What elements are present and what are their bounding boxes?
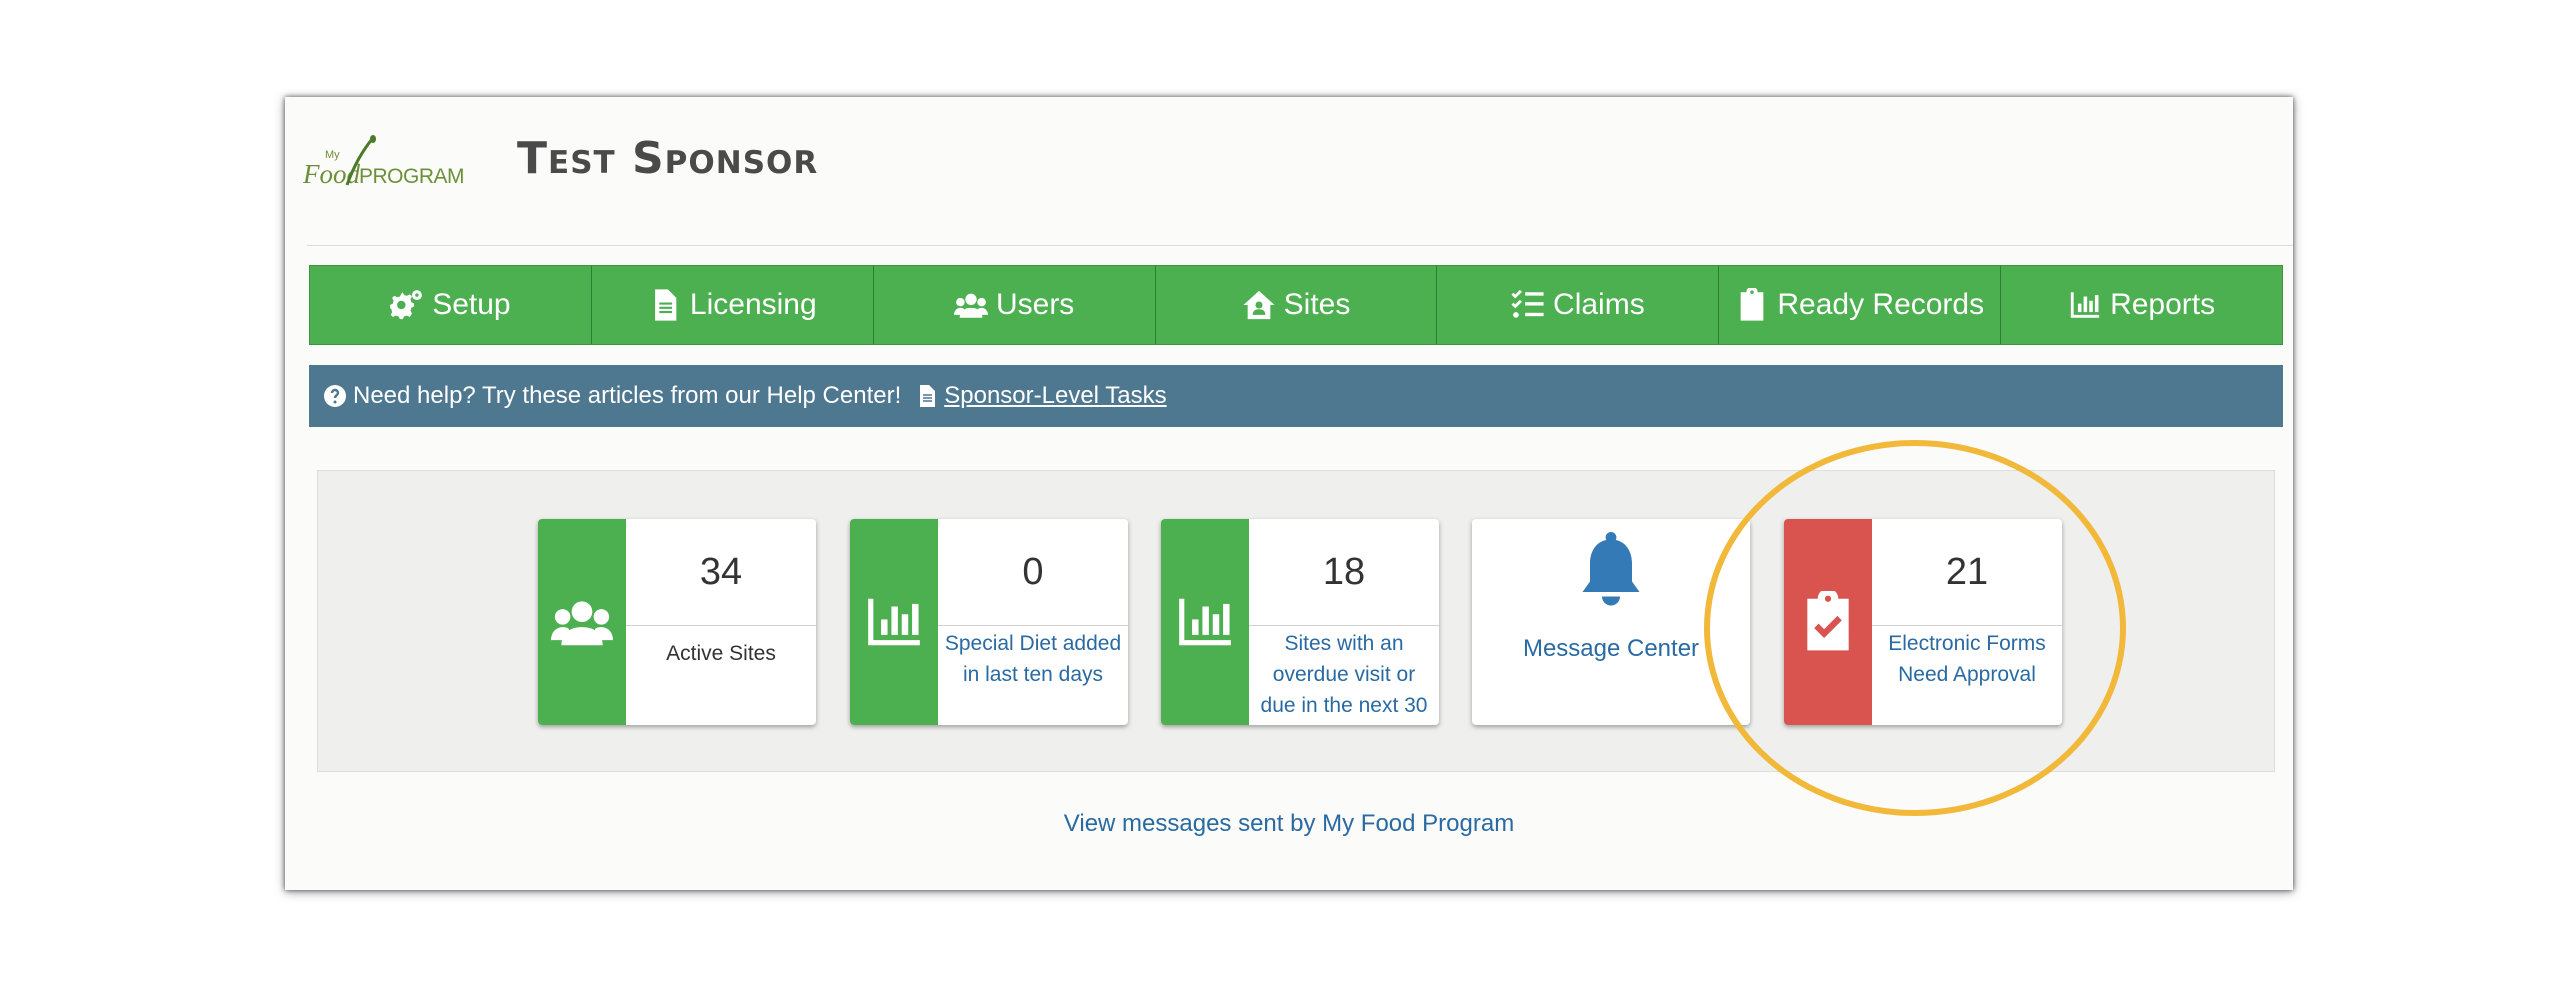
page-header: My Food PROGRAM Test Sponsor (285, 97, 2293, 245)
overdue-visit-tile[interactable]: 18 Sites with an overdue visit or due in… (1161, 519, 1439, 725)
question-circle-icon (324, 385, 346, 407)
overdue-visit-label[interactable]: Sites with an overdue visit or due in th… (1249, 626, 1439, 720)
sponsor-title: Test Sponsor (517, 133, 819, 184)
nav-users[interactable]: Users (874, 266, 1156, 344)
nav-setup-label: Setup (432, 288, 511, 321)
main-navbar: Setup Licensing Users Sites Claims Ready… (309, 265, 2283, 345)
house-user-icon (1243, 290, 1275, 320)
document-icon (654, 289, 677, 321)
active-sites-tile[interactable]: 34 Active Sites (538, 519, 816, 725)
electronic-forms-count: 21 (1945, 550, 1989, 593)
nav-sites[interactable]: Sites (1156, 266, 1438, 344)
nav-users-label: Users (995, 288, 1075, 321)
header-divider (307, 245, 2293, 246)
my-food-program-logo[interactable]: My Food PROGRAM (303, 135, 499, 197)
gears-icon (390, 290, 423, 320)
special-diet-tile[interactable]: 0 Special Diet added in last ten days (850, 519, 1128, 725)
sponsor-level-tasks-label: Sponsor-Level Tasks (944, 382, 1167, 409)
help-text: Need help? Try these articles from our H… (353, 382, 902, 409)
electronic-forms-label[interactable]: Electronic Forms Need Approval (1872, 626, 2062, 692)
nav-ready-records-label: Ready Records (1777, 288, 1985, 321)
nav-licensing[interactable]: Licensing (592, 266, 874, 344)
tile-icon-area (1161, 519, 1249, 725)
bar-chart-icon (1179, 598, 1231, 646)
tile-body: 21 Electronic Forms Need Approval (1872, 519, 2062, 725)
tasks-list-icon (1511, 289, 1544, 318)
bar-chart-icon (868, 598, 920, 646)
nav-ready-records[interactable]: Ready Records (1719, 266, 2002, 344)
nav-reports-label: Reports (2110, 288, 2216, 321)
nav-reports[interactable]: Reports (2001, 266, 2282, 344)
bar-chart-icon (2070, 292, 2100, 318)
tile-body: 34 Active Sites (626, 519, 816, 725)
app-window: My Food PROGRAM Test Sponsor Setup Licen… (285, 97, 2293, 890)
sponsor-level-tasks-link[interactable]: Sponsor-Level Tasks (915, 382, 1167, 410)
dashboard-panel: 34 Active Sites 0 Special Diet added in … (317, 470, 2275, 772)
users-icon (551, 601, 613, 646)
overdue-visit-count: 18 (1322, 550, 1366, 593)
active-sites-label: Active Sites (666, 642, 776, 665)
nav-claims-label: Claims (1553, 288, 1645, 321)
bell-icon (1582, 532, 1640, 606)
users-icon (953, 293, 988, 318)
tile-icon-area (1784, 519, 1872, 725)
nav-sites-label: Sites (1283, 288, 1351, 321)
view-messages-link[interactable]: View messages sent by My Food Program (285, 810, 2293, 838)
nav-setup[interactable]: Setup (310, 266, 592, 344)
logo-graphic: My Food PROGRAM (303, 135, 465, 189)
tile-icon-area (850, 519, 938, 725)
active-sites-count: 34 (699, 550, 743, 593)
tile-icon-area (538, 519, 626, 725)
electronic-forms-tile[interactable]: 21 Electronic Forms Need Approval (1784, 519, 2062, 725)
message-center-label[interactable]: Message Center (1519, 631, 1703, 666)
logo-text-program: PROGRAM (359, 165, 464, 188)
tile-body: 18 Sites with an overdue visit or due in… (1249, 519, 1439, 725)
message-center-tile[interactable]: Message Center (1472, 519, 1750, 725)
nav-licensing-label: Licensing (689, 288, 817, 321)
document-icon (920, 385, 936, 407)
help-bar: Need help? Try these articles from our H… (309, 365, 2283, 427)
special-diet-label[interactable]: Special Diet added in last ten days (938, 626, 1128, 692)
special-diet-count: 0 (1022, 550, 1044, 593)
clipboard-icon (1741, 288, 1764, 321)
nav-claims[interactable]: Claims (1437, 266, 1720, 344)
clipboard-check-icon (1807, 591, 1849, 651)
tile-body: 0 Special Diet added in last ten days (938, 519, 1128, 725)
